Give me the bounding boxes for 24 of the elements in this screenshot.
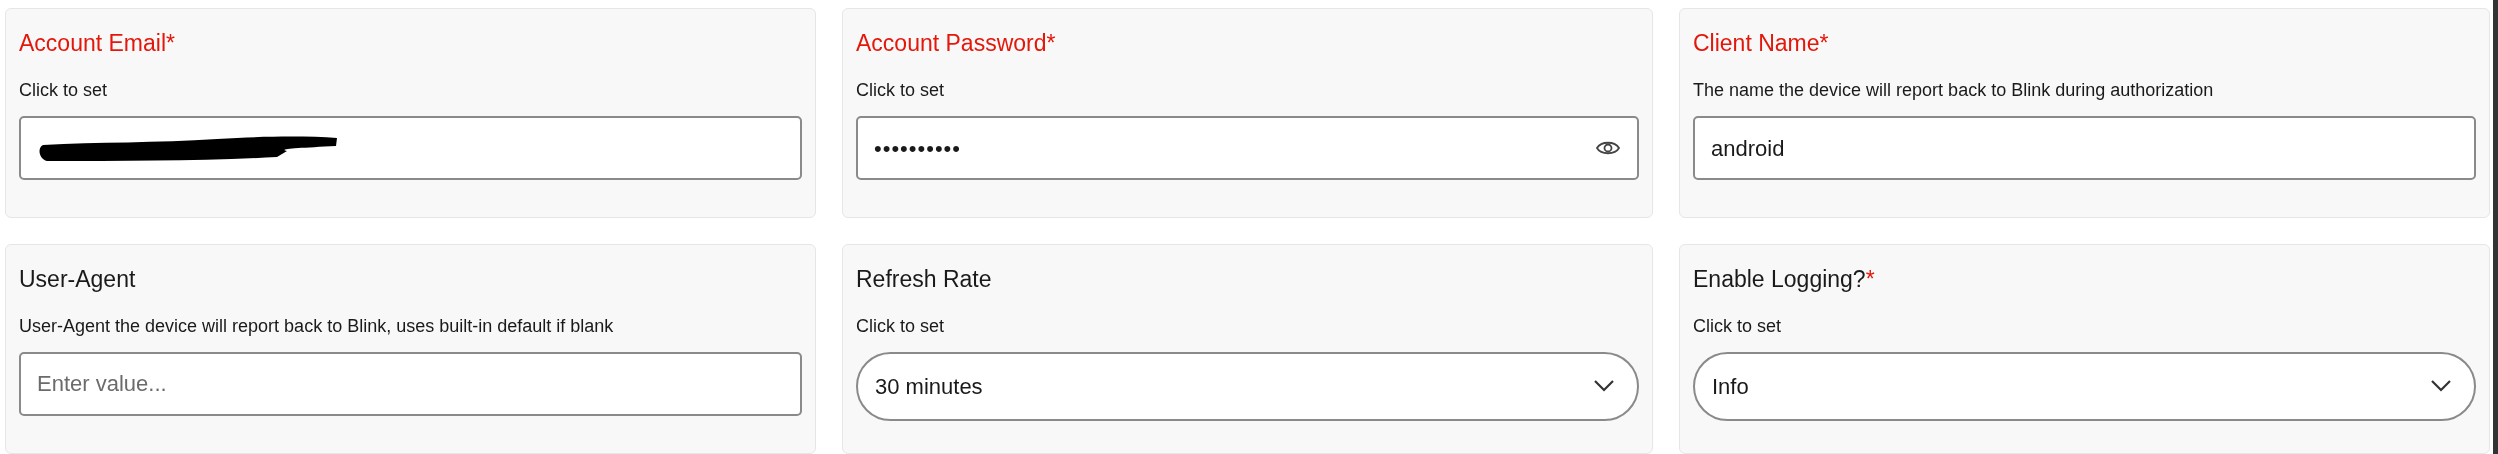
field-label: Refresh Rate [856, 264, 992, 293]
chevron-down-icon [1593, 379, 1615, 393]
password-field[interactable]: •••••••••• [856, 116, 1639, 180]
field-description: The name the device will report back to Blink during authorization [1693, 79, 2215, 101]
required-mark: * [1046, 29, 1056, 57]
text-field[interactable]: Enter value... [19, 351, 802, 416]
required-mark: * [1865, 264, 1875, 293]
field-label: Account Password [856, 29, 1047, 57]
field-description: Click to set [856, 79, 946, 101]
field-description: Click to set [856, 314, 946, 337]
field-label: Client Name [1693, 29, 1820, 57]
dropdown[interactable]: 30 minutes [856, 351, 1639, 421]
text-field[interactable]: android [1693, 116, 2476, 180]
field-label: Enable Logging? [1693, 264, 1866, 293]
text-field[interactable] [19, 116, 802, 180]
chevron-down-icon [2430, 379, 2452, 393]
required-mark: * [1819, 29, 1829, 57]
field-description: User-Agent the device will report back to Blink, uses built-in default if blank [19, 314, 615, 337]
dropdown[interactable]: Info [1693, 351, 2476, 421]
field-description: Click to set [19, 79, 109, 101]
field-label: User-Agent [19, 264, 136, 293]
field-label: Account Email [19, 29, 166, 57]
field-description: Click to set [1693, 314, 1783, 337]
required-mark: * [166, 29, 175, 57]
